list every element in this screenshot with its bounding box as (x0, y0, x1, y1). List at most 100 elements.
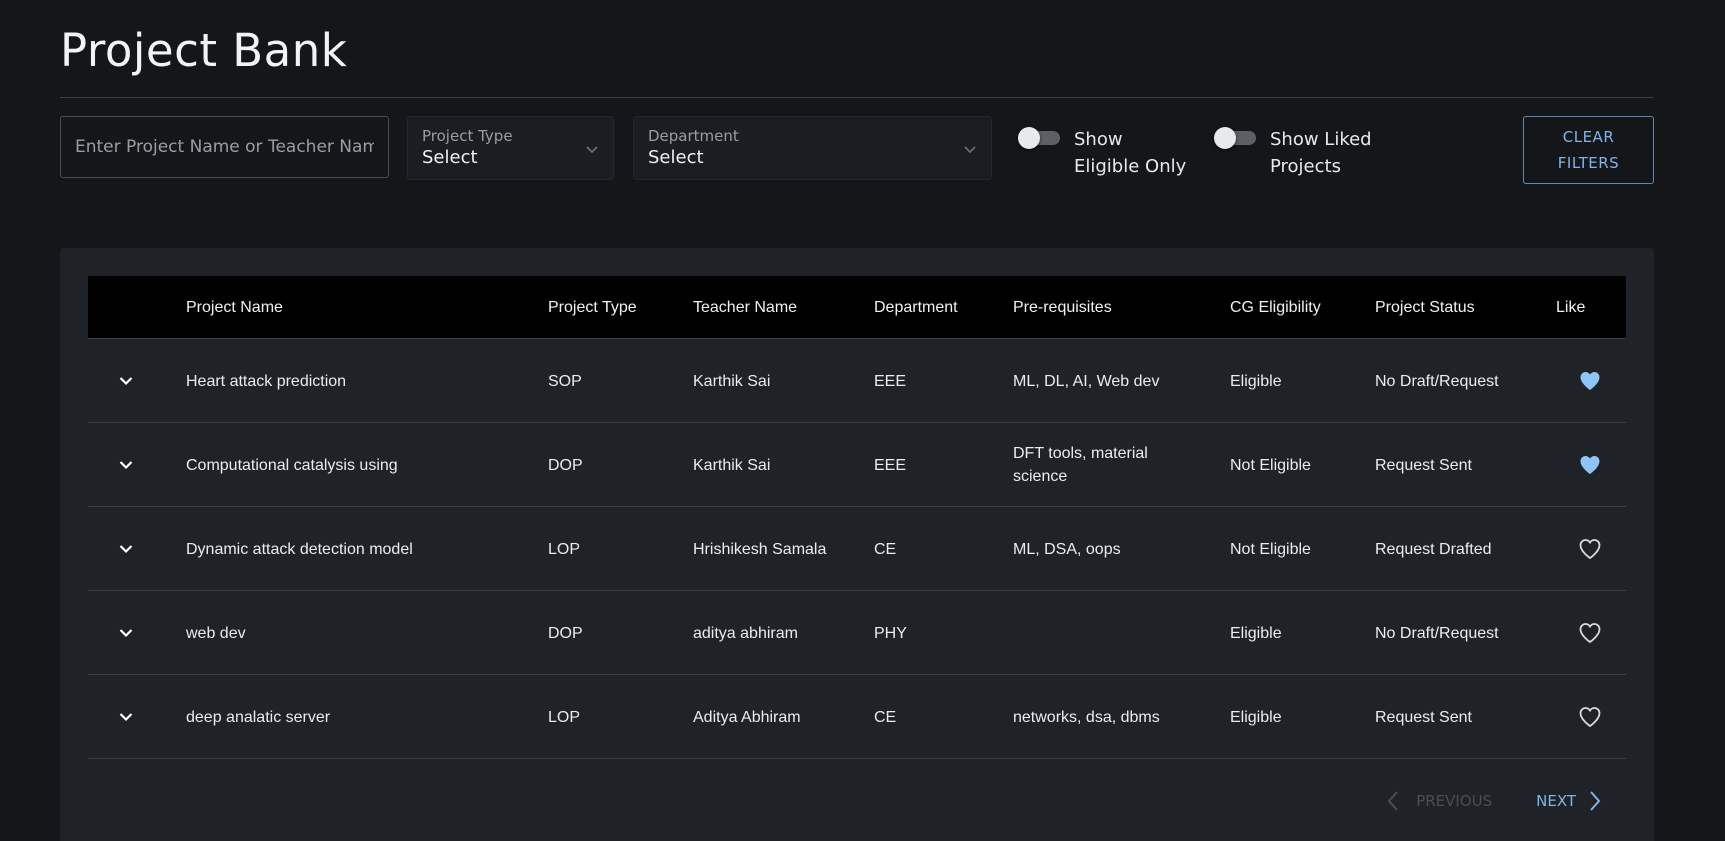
heart-filled-icon (1580, 372, 1600, 390)
cell-prerequisites: DFT tools, material science (1013, 445, 1148, 485)
show-liked-toggle[interactable]: Show Liked Projects (1214, 126, 1388, 180)
cell-project-name: Dynamic attack detection model (186, 540, 413, 558)
cell-cg-eligibility: Eligible (1230, 624, 1282, 642)
project-type-label: Project Type (422, 127, 513, 145)
projects-table-card: Project Name Project Type Teacher Name D… (60, 248, 1654, 841)
header-department: Department (874, 299, 958, 316)
cell-prerequisites: ML, DL, AI, Web dev (1013, 372, 1160, 390)
chevron-down-icon (964, 146, 976, 154)
cell-department: CE (874, 708, 897, 726)
switch-knob[interactable] (1018, 127, 1040, 149)
chevron-down-icon (119, 545, 133, 554)
header-like: Like (1556, 299, 1586, 316)
table-header: Project Name Project Type Teacher Name D… (88, 276, 1626, 339)
cell-project-name: web dev (186, 624, 246, 642)
cell-prerequisites (1013, 591, 1183, 675)
header-project-name: Project Name (186, 299, 283, 316)
table-row: web dev DOP aditya abhiram PHY Eligible No Dr… (88, 591, 1626, 675)
project-bank-page: Project Bank Project Type Select Departm… (0, 0, 1725, 841)
cell-project-status: No Draft/Request (1375, 372, 1499, 390)
switch-knob[interactable] (1214, 127, 1236, 149)
chevron-down-icon (119, 713, 133, 722)
expand-row-button[interactable] (116, 591, 136, 675)
chevron-down-icon (119, 629, 133, 638)
chevron-right-icon (1590, 791, 1601, 811)
clear-filters-button[interactable]: CLEAR FILTERS (1523, 116, 1654, 184)
cell-project-name: Heart attack prediction (186, 372, 347, 390)
heart-outline-icon (1579, 707, 1601, 728)
next-page-button[interactable]: NEXT (1536, 790, 1602, 812)
cell-project-status: No Draft/Request (1375, 624, 1499, 642)
chevron-down-icon (586, 146, 598, 154)
cell-teacher-name: Hrishikesh Samala (693, 540, 827, 558)
show-eligible-toggle[interactable]: Show Eligible Only (1018, 126, 1192, 180)
heart-outline-icon (1579, 623, 1601, 644)
cell-department: EEE (874, 456, 907, 474)
header-prerequisites: Pre-requisites (1013, 299, 1112, 316)
cell-teacher-name: Karthik Sai (693, 372, 771, 390)
title-divider (60, 97, 1654, 98)
header-cg-eligibility: CG Eligibility (1230, 299, 1321, 316)
table-row: Dynamic attack detection model LOP Hrishik… (88, 507, 1626, 591)
heart-filled-icon (1580, 456, 1600, 474)
cell-project-status: Request Drafted (1375, 540, 1492, 558)
header-teacher-name: Teacher Name (693, 299, 798, 316)
cell-teacher-name: Karthik Sai (693, 456, 771, 474)
cell-project-name: Computational catalysis using (186, 456, 398, 474)
liked-switch[interactable] (1214, 127, 1258, 149)
cell-teacher-name: aditya abhiram (693, 624, 798, 642)
cell-cg-eligibility: Not Eligible (1230, 456, 1311, 474)
cell-cg-eligibility: Eligible (1230, 372, 1282, 390)
cell-prerequisites: networks, dsa, dbms (1013, 708, 1160, 726)
cell-department: CE (874, 540, 897, 558)
cell-project-type: DOP (548, 456, 583, 474)
cell-department: PHY (874, 624, 907, 642)
department-value: Select (648, 147, 704, 168)
project-type-select[interactable]: Project Type Select (407, 116, 614, 180)
table-row: Computational catalysis using DOP Karthik … (88, 423, 1626, 507)
cell-cg-eligibility: Eligible (1230, 708, 1282, 726)
like-button[interactable] (1577, 675, 1603, 759)
previous-page-button[interactable]: PREVIOUS (1386, 790, 1492, 812)
header-project-type: Project Type (548, 299, 637, 316)
projects-table: Project Name Project Type Teacher Name D… (88, 276, 1626, 759)
like-button[interactable] (1577, 339, 1603, 423)
show-liked-label: Show Liked Projects (1270, 129, 1372, 177)
project-type-value: Select (422, 147, 478, 168)
cell-cg-eligibility: Not Eligible (1230, 540, 1311, 558)
chevron-down-icon (119, 461, 133, 470)
cell-project-name: deep analatic server (186, 708, 331, 726)
header-project-status: Project Status (1375, 299, 1475, 316)
eligible-switch[interactable] (1018, 127, 1062, 149)
like-button[interactable] (1577, 591, 1603, 675)
show-eligible-label: Show Eligible Only (1074, 129, 1187, 177)
table-body: Heart attack prediction SOP Karthik Sai EEE… (88, 339, 1626, 759)
like-button[interactable] (1577, 423, 1603, 507)
heart-outline-icon (1579, 539, 1601, 560)
table-row: Heart attack prediction SOP Karthik Sai EEE… (88, 339, 1626, 423)
table-row: deep analatic server LOP Aditya Abhiram CE n… (88, 675, 1626, 759)
cell-project-status: Request Sent (1375, 456, 1472, 474)
cell-project-type: DOP (548, 624, 583, 642)
expand-row-button[interactable] (116, 423, 136, 507)
like-button[interactable] (1577, 507, 1603, 591)
chevron-left-icon (1387, 791, 1398, 811)
cell-department: EEE (874, 372, 907, 390)
cell-project-type: LOP (548, 540, 581, 558)
department-label: Department (648, 127, 739, 145)
cell-project-type: LOP (548, 708, 581, 726)
pagination: PREVIOUS NEXT (1342, 786, 1602, 816)
expand-row-button[interactable] (116, 675, 136, 759)
department-select[interactable]: Department Select (633, 116, 992, 180)
next-label: NEXT (1536, 792, 1576, 810)
page-title: Project Bank (60, 24, 348, 77)
expand-row-button[interactable] (116, 507, 136, 591)
previous-label: PREVIOUS (1416, 792, 1493, 810)
cell-project-type: SOP (548, 372, 582, 390)
cell-teacher-name: Aditya Abhiram (693, 708, 801, 726)
search-field[interactable] (60, 116, 389, 178)
search-input[interactable] (75, 137, 374, 157)
expand-row-button[interactable] (116, 339, 136, 423)
cell-prerequisites: ML, DSA, oops (1013, 540, 1121, 558)
cell-project-status: Request Sent (1375, 708, 1472, 726)
